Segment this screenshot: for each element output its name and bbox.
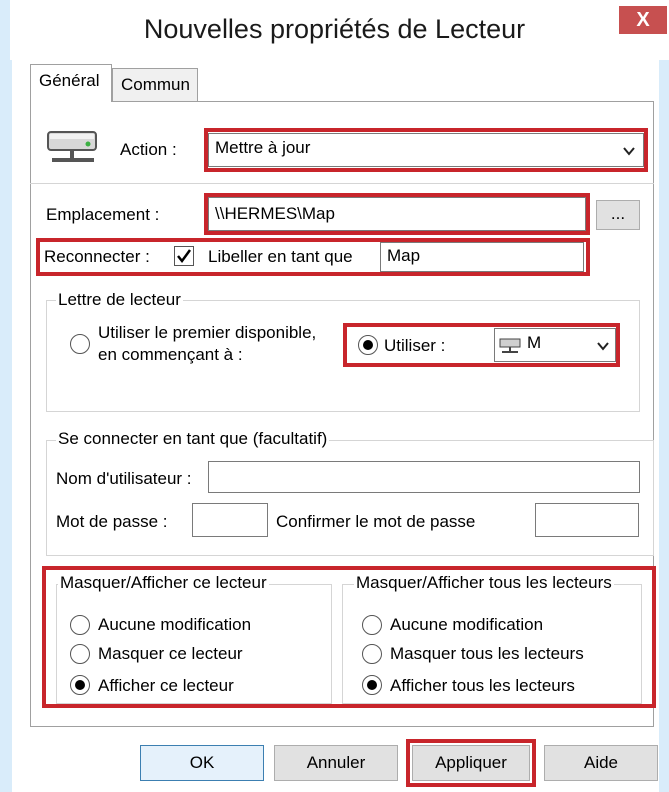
check-icon bbox=[177, 249, 192, 264]
hide-all-option-none-radio[interactable] bbox=[362, 615, 382, 635]
reconnect-label: Reconnecter : bbox=[44, 247, 150, 266]
window-frame-left bbox=[0, 0, 12, 792]
hide-all-option-show-label: Afficher tous les lecteurs bbox=[390, 676, 575, 695]
apply-button[interactable]: Appliquer bbox=[412, 745, 530, 781]
network-drive-small-icon bbox=[499, 338, 521, 353]
drive-letter-value: M bbox=[527, 333, 542, 352]
hide-this-option-show-label: Afficher ce lecteur bbox=[98, 676, 234, 695]
close-button[interactable]: X bbox=[619, 6, 667, 34]
drive-letter-legend: Lettre de lecteur bbox=[56, 290, 183, 310]
action-dropdown[interactable]: Mettre à jour bbox=[208, 133, 644, 167]
hide-this-option-hide-radio[interactable] bbox=[70, 644, 90, 664]
chevron-down-icon bbox=[597, 342, 609, 351]
hide-this-option-none-label: Aucune modification bbox=[98, 615, 252, 634]
hide-this-option-hide-label: Masquer ce lecteur bbox=[98, 644, 243, 663]
window-frame-right bbox=[659, 0, 669, 792]
hide-all-legend: Masquer/Afficher tous les lecteurs bbox=[354, 573, 614, 593]
chevron-down-icon bbox=[623, 147, 635, 156]
reconnect-checkbox[interactable] bbox=[174, 246, 194, 266]
connect-as-group bbox=[46, 440, 654, 556]
drive-letter-dropdown[interactable]: M bbox=[494, 328, 616, 362]
first-available-label-line2: en commençant à : bbox=[98, 345, 243, 364]
confirm-password-label: Confirmer le mot de passe bbox=[276, 512, 476, 531]
tab-general[interactable]: Général bbox=[30, 64, 112, 102]
username-label: Nom d'utilisateur : bbox=[56, 469, 192, 488]
hide-this-option-show-radio[interactable] bbox=[70, 675, 90, 695]
action-label: Action : bbox=[120, 140, 177, 159]
hide-all-option-hide-label: Masquer tous les lecteurs bbox=[390, 644, 584, 663]
location-label: Emplacement : bbox=[46, 205, 160, 224]
browse-button[interactable]: ... bbox=[596, 200, 640, 230]
connect-as-legend: Se connecter en tant que (facultatif) bbox=[56, 429, 330, 449]
hide-this-legend: Masquer/Afficher ce lecteur bbox=[58, 573, 269, 593]
hide-this-option-none-radio[interactable] bbox=[70, 615, 90, 635]
label-as-input[interactable]: Map bbox=[380, 242, 584, 272]
ok-button[interactable]: OK bbox=[140, 745, 264, 781]
tab-common[interactable]: Commun bbox=[112, 68, 198, 102]
confirm-password-input[interactable] bbox=[535, 503, 639, 537]
password-input[interactable] bbox=[192, 503, 268, 537]
label-as-label: Libeller en tant que bbox=[208, 247, 353, 266]
hide-all-option-show-radio[interactable] bbox=[362, 675, 382, 695]
hide-all-option-hide-radio[interactable] bbox=[362, 644, 382, 664]
hide-all-option-none-label: Aucune modification bbox=[390, 615, 544, 634]
divider bbox=[30, 183, 654, 184]
first-available-label-line1: Utiliser le premier disponible, bbox=[98, 323, 317, 342]
use-letter-radio[interactable] bbox=[358, 335, 378, 355]
first-available-radio[interactable] bbox=[70, 334, 90, 354]
cancel-button[interactable]: Annuler bbox=[274, 745, 398, 781]
help-button[interactable]: Aide bbox=[544, 745, 658, 781]
use-letter-label: Utiliser : bbox=[384, 336, 446, 355]
network-drive-icon bbox=[46, 126, 100, 170]
action-value: Mettre à jour bbox=[215, 138, 311, 157]
window-title: Nouvelles propriétés de Lecteur bbox=[143, 14, 526, 44]
location-input[interactable]: \\HERMES\Map bbox=[208, 197, 586, 231]
username-input[interactable] bbox=[208, 461, 640, 493]
password-label: Mot de passe : bbox=[56, 512, 168, 531]
